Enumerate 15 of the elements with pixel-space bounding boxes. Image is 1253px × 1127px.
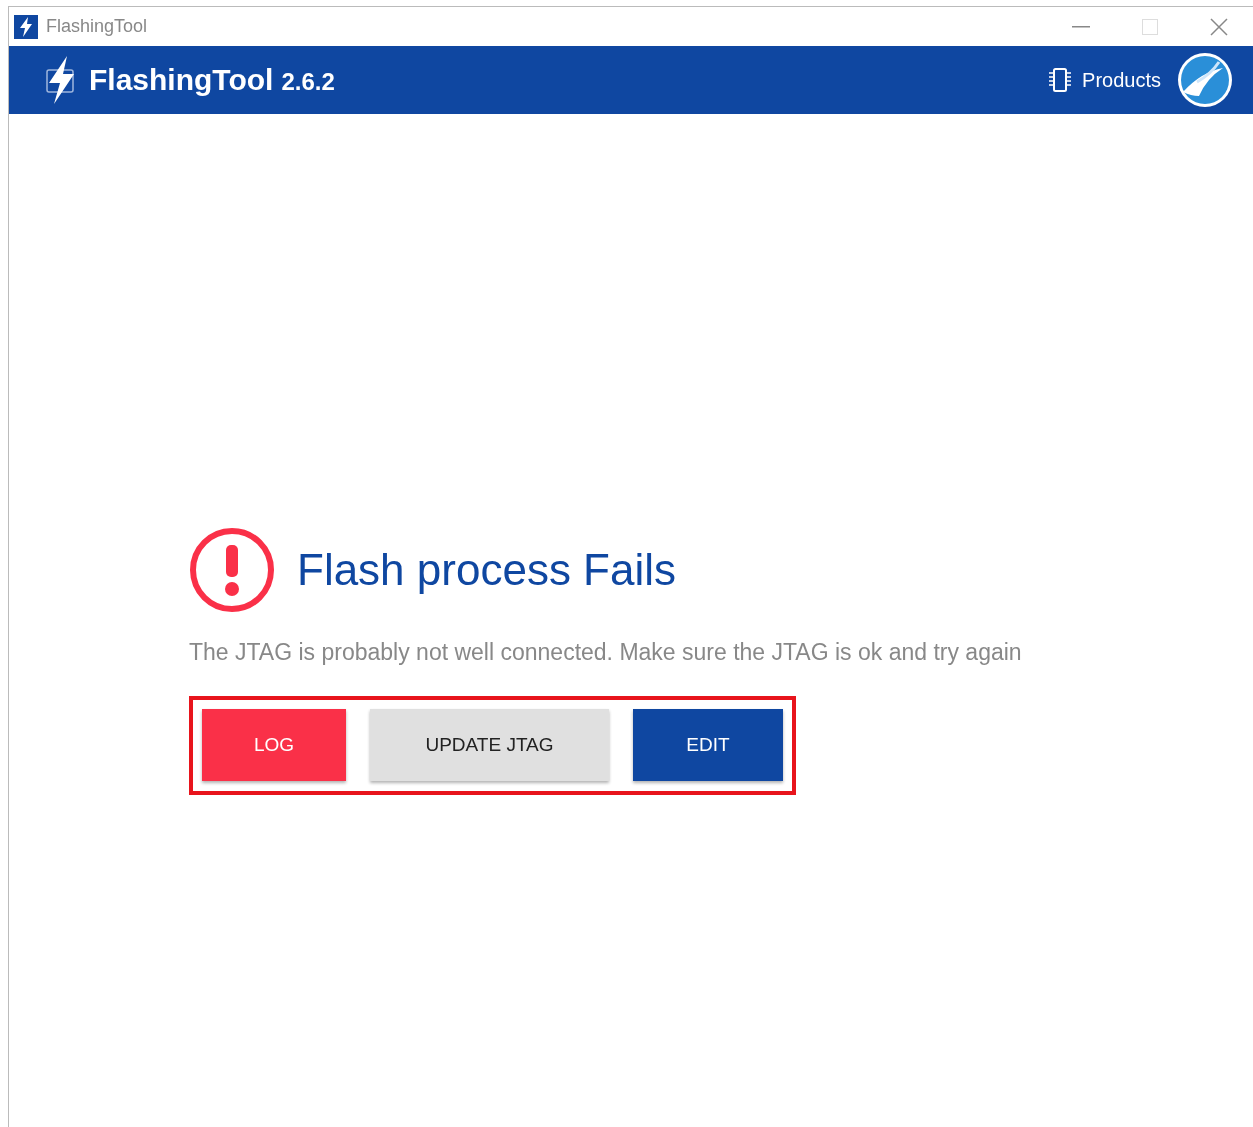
error-description: The JTAG is probably not well connected. Make sure the JTAG is ok and try again bbox=[189, 639, 1023, 666]
action-button[interactable]: EDIT bbox=[633, 709, 783, 781]
products-link[interactable]: Products bbox=[1048, 67, 1161, 93]
action-button[interactable]: LOG bbox=[202, 709, 346, 781]
close-icon[interactable] bbox=[1210, 17, 1228, 36]
lightning-icon bbox=[14, 14, 38, 39]
company-logo-icon bbox=[1177, 52, 1233, 108]
window-title: FlashingTool bbox=[46, 16, 148, 37]
chip-icon bbox=[1048, 67, 1073, 93]
error-title: Flash process Fails bbox=[297, 545, 676, 595]
action-button[interactable]: UPDATE JTAG bbox=[370, 709, 609, 781]
error-icon bbox=[189, 527, 275, 613]
app-version: 2.6.2 bbox=[281, 68, 335, 96]
minimize-icon[interactable] bbox=[1072, 25, 1090, 28]
app-name: FlashingTool bbox=[89, 63, 274, 97]
